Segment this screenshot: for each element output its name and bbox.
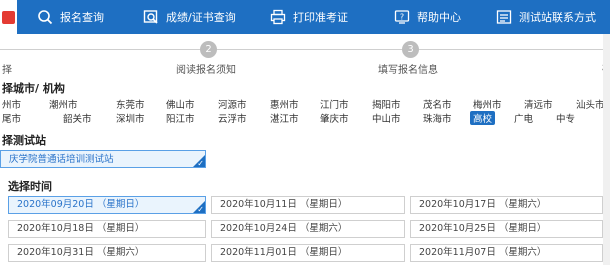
date-label: 2020年10月25日 （星期日） [419,223,547,234]
svg-text:?: ? [400,13,404,22]
city-option[interactable]: 湛江市 [270,111,299,125]
city-option[interactable]: 中专 [556,111,575,125]
side-tab[interactable] [0,0,17,34]
date-option[interactable]: 2020年11月07日 （星期六） [410,244,603,262]
help-icon: ? [394,10,410,24]
test-site-option-selected[interactable]: 庆学院普通话培训测试站 ✓ [0,150,206,168]
date-label: 2020年10月24日 （星期六） [220,223,348,234]
nav-registration-query[interactable]: 报名查询 [37,0,104,34]
section-title-site: 择测试站 [2,134,46,147]
city-option[interactable]: 尾市 [2,111,21,125]
step-circle-2: 2 [200,41,217,58]
nav-score-certificate-query[interactable]: 成绩/证书查询 [143,0,236,34]
printer-icon [270,9,286,25]
search-doc-icon [143,10,158,24]
city-option[interactable]: 佛山市 [166,97,195,111]
scrollbar[interactable] [603,34,610,265]
check-icon: ✓ [197,159,204,168]
city-option[interactable]: 江门市 [320,97,349,111]
nav-print-admission-ticket[interactable]: 打印准考证 [270,0,348,34]
city-option[interactable]: 汕头市 [576,97,605,111]
city-option[interactable]: 云浮市 [218,111,247,125]
top-nav: 报名查询 成绩/证书查询 打印准考证 ? 帮助中心 测试站联系方式 [0,0,610,34]
step-label-3: 填写报名信息 [378,65,438,76]
nav-label: 测试站联系方式 [519,11,596,24]
section-title-city: 择城市/ 机构 [2,82,65,95]
search-globe-icon [38,10,53,25]
date-option[interactable]: 2020年10月24日 （星期六） [211,220,405,238]
date-option-selected[interactable]: 2020年09月20日 （星期日） ✓ [8,196,206,214]
nav-label: 成绩/证书查询 [166,11,236,24]
city-option[interactable]: 揭阳市 [372,97,401,111]
step-label-1: 择 [2,65,12,76]
step-label-2: 阅读报名须知 [176,65,236,76]
date-option[interactable]: 2020年10月31日 （星期六） [8,244,206,262]
date-label: 2020年11月07日 （星期六） [419,247,547,258]
nav-help-center[interactable]: ? 帮助中心 [394,0,461,34]
city-option[interactable]: 梅州市 [473,97,502,111]
nav-label: 打印准考证 [293,11,348,24]
city-option[interactable]: 肇庆市 [320,111,349,125]
test-site-label: 庆学院普通话培训测试站 [9,154,114,165]
date-option[interactable]: 2020年10月25日 （星期日） [410,220,603,238]
city-option[interactable]: 潮州市 [49,97,78,111]
city-option[interactable]: 深圳市 [116,111,145,125]
date-label: 2020年11月01日 （星期日） [220,247,348,258]
date-option[interactable]: 2020年10月11日 （星期日） [211,196,405,214]
city-option[interactable]: 茂名市 [423,97,452,111]
check-icon: ✓ [197,205,204,214]
nav-label: 报名查询 [60,11,104,24]
red-badge-icon [2,11,15,24]
city-option[interactable]: 清远市 [524,97,553,111]
date-label: 2020年10月31日 （星期六） [17,247,145,258]
step-circle-3: 3 [402,41,419,58]
step-connector [217,49,402,50]
step-connector [419,49,603,50]
city-option[interactable]: 珠海市 [423,111,452,125]
nav-test-station-contact[interactable]: 测试站联系方式 [496,0,596,34]
city-option[interactable]: 东莞市 [116,97,145,111]
city-option[interactable]: 州市 [2,97,21,111]
city-option[interactable]: 阳江市 [166,111,195,125]
nav-label: 帮助中心 [417,11,461,24]
step-connector [0,49,200,50]
date-label: 2020年09月20日 （星期日） [17,199,145,210]
city-option[interactable]: 河源市 [218,97,247,111]
city-option[interactable]: 广电 [514,111,533,125]
section-title-time: 选择时间 [8,180,52,193]
contact-icon [496,10,512,24]
city-option-selected[interactable]: 高校 [470,111,496,125]
city-option[interactable]: 韶关市 [63,111,92,125]
date-label: 2020年10月18日 （星期日） [17,223,145,234]
date-option[interactable]: 2020年10月17日 （星期六） [410,196,603,214]
city-option[interactable]: 惠州市 [270,97,299,111]
date-label: 2020年10月17日 （星期六） [419,199,547,210]
date-option[interactable]: 2020年11月01日 （星期日） [211,244,405,262]
date-label: 2020年10月11日 （星期日） [220,199,348,210]
date-option[interactable]: 2020年10月18日 （星期日） [8,220,206,238]
city-option[interactable]: 中山市 [372,111,401,125]
